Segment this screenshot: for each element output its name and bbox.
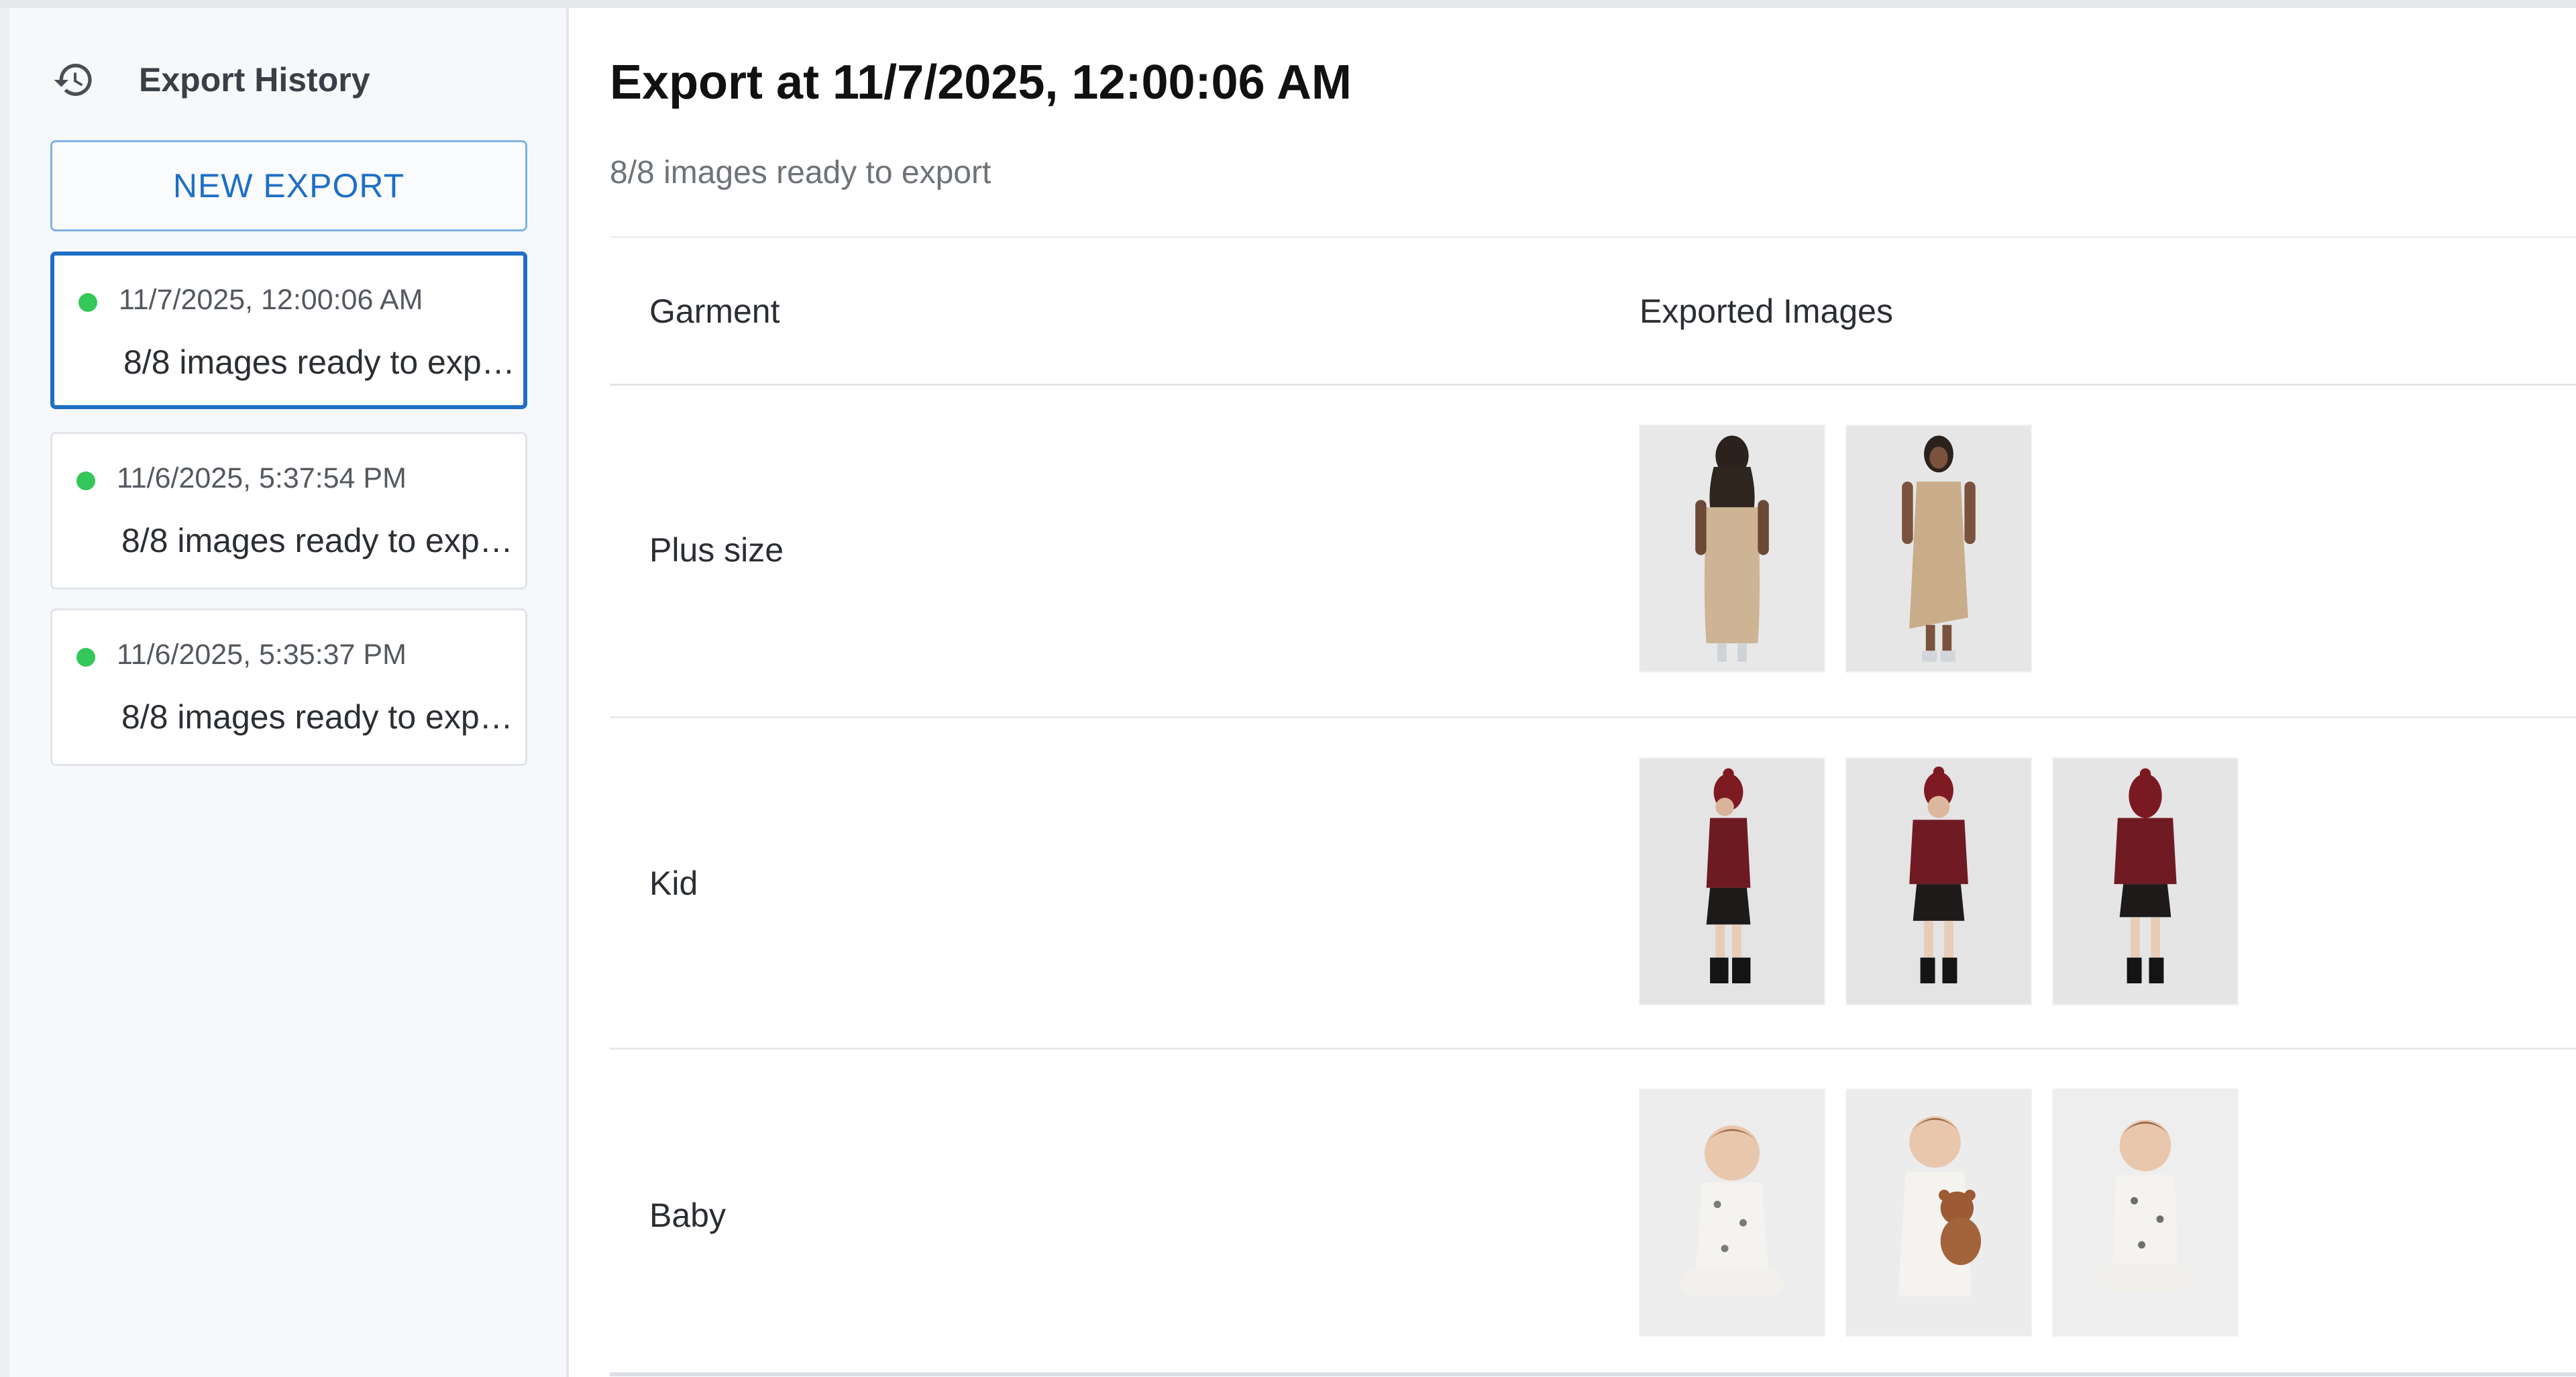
history-item[interactable]: 11/6/2025, 5:35:37 PM 8/8 images ready t…: [50, 608, 527, 766]
kid-back-photo[interactable]: [2052, 757, 2239, 1005]
garment-label: Plus size: [649, 531, 784, 569]
baby-with-teddy-photo[interactable]: [1845, 1089, 2032, 1337]
history-item-time: 11/6/2025, 5:37:54 PM: [117, 462, 407, 494]
history-item-status: 8/8 images ready to export: [121, 698, 513, 736]
baby-seated-photo[interactable]: [2052, 1089, 2239, 1337]
top-divider: [0, 0, 2576, 8]
sidebar: Export History NEW EXPORT 11/7/2025, 12:…: [0, 8, 569, 1377]
image-list: [1639, 425, 2032, 673]
main-panel: Export at 11/7/2025, 12:00:06 AM 8/8 ima…: [572, 8, 2576, 1377]
history-item[interactable]: 11/7/2025, 12:00:06 AM 8/8 images ready …: [50, 252, 527, 409]
garment-label: Kid: [649, 865, 698, 902]
page-subtitle: 8/8 images ready to export: [610, 155, 991, 190]
sidebar-title: Export History: [139, 61, 370, 99]
plus-size-back-photo[interactable]: [1639, 425, 1825, 673]
history-item[interactable]: 11/6/2025, 5:37:54 PM 8/8 images ready t…: [50, 432, 527, 590]
status-dot: [76, 472, 95, 490]
history-item-time: 11/6/2025, 5:35:37 PM: [117, 639, 407, 671]
garment-label: Baby: [649, 1197, 726, 1234]
page-title: Export at 11/7/2025, 12:00:06 AM: [610, 56, 1352, 109]
kid-side-photo[interactable]: [1639, 757, 1825, 1005]
status-dot: [76, 648, 95, 667]
status-dot: [78, 293, 97, 312]
column-header-exported-images: Exported Images: [1640, 292, 1893, 330]
export-table: Garment Exported Images Plus size Kid Ba…: [610, 236, 2576, 1376]
history-item-status: 8/8 images ready to export: [121, 522, 513, 559]
column-header-garment: Garment: [649, 292, 780, 330]
history-icon: [50, 56, 97, 103]
history-item-status: 8/8 images ready to export: [123, 343, 515, 381]
export-app: Export History NEW EXPORT 11/7/2025, 12:…: [0, 0, 2576, 1377]
sidebar-header: Export History: [50, 50, 370, 110]
image-list[interactable]: [1639, 757, 2239, 1005]
kid-front-photo[interactable]: [1845, 757, 2032, 1005]
image-list: [1639, 1089, 2239, 1337]
new-export-button[interactable]: NEW EXPORT: [50, 140, 527, 231]
header-divider: [610, 384, 2576, 386]
row-divider: [610, 1048, 2576, 1050]
row-divider: [610, 716, 2576, 718]
baby-sitting-photo[interactable]: [1639, 1089, 1825, 1337]
plus-size-front-photo[interactable]: [1845, 425, 2032, 673]
sidebar-edge: [0, 8, 9, 1377]
history-item-time: 11/7/2025, 12:00:06 AM: [119, 284, 423, 316]
